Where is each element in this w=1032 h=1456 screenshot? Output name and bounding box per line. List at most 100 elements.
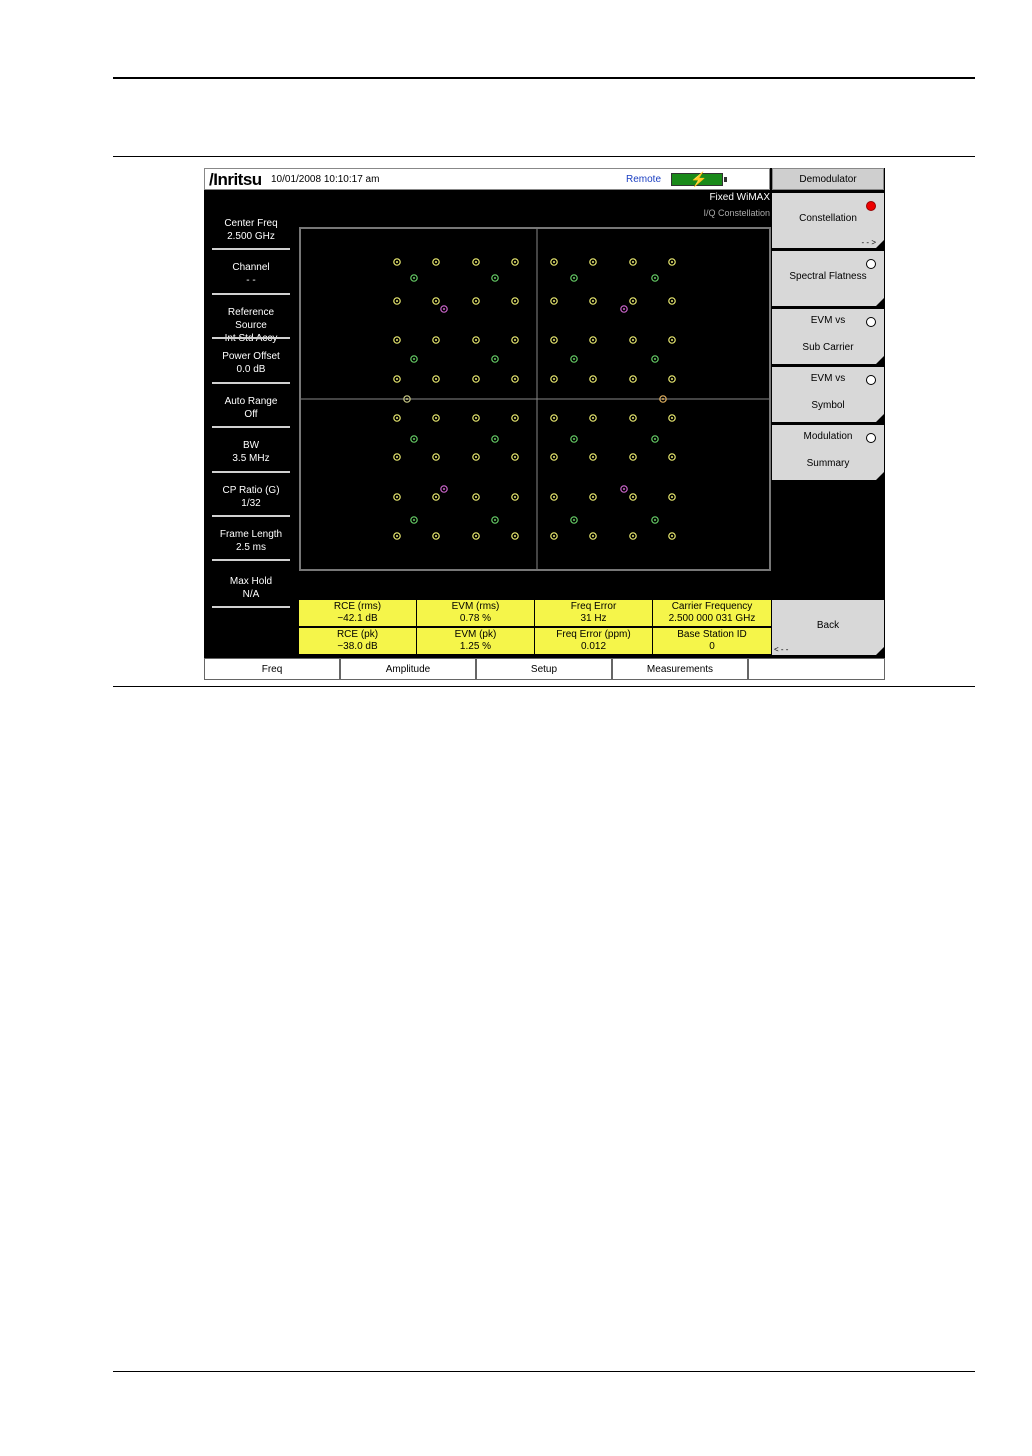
- softkey-back[interactable]: Back < - -: [772, 600, 884, 655]
- softkey-modulation-summary[interactable]: Modulation Summary: [772, 425, 884, 480]
- constellation-point-center: [396, 378, 398, 380]
- constellation-point-center: [514, 417, 516, 419]
- param-divider: [212, 426, 290, 428]
- param-frame-length[interactable]: Frame Length 2.5 ms: [212, 528, 290, 554]
- param-divider: [212, 248, 290, 250]
- meas-label: Base Station ID: [677, 629, 747, 640]
- constellation-point-center: [514, 378, 516, 380]
- meas-rce-pk: RCE (pk) −38.0 dB: [299, 628, 416, 654]
- radio-icon: [866, 259, 876, 269]
- key-corner: [876, 298, 884, 306]
- tab-amplitude[interactable]: Amplitude: [340, 658, 476, 680]
- constellation-point-center: [514, 535, 516, 537]
- tab-setup[interactable]: Setup: [476, 658, 612, 680]
- constellation-point-center: [514, 456, 516, 458]
- constellation-point-center: [553, 261, 555, 263]
- softkey-evm-vs-sub-carrier[interactable]: EVM vs Sub Carrier: [772, 309, 884, 364]
- constellation-point-center: [592, 496, 594, 498]
- constellation-point-center: [514, 339, 516, 341]
- menu-title: Demodulator: [772, 168, 884, 190]
- softkey-label-line2: Sub Carrier: [802, 342, 854, 353]
- constellation-point-center: [553, 378, 555, 380]
- radio-icon: [866, 433, 876, 443]
- footer-rule: [113, 1371, 975, 1372]
- constellation-point-center: [475, 417, 477, 419]
- battery-tip: [724, 177, 727, 182]
- meas-value: −42.1 dB: [337, 613, 378, 624]
- softkey-evm-vs-symbol[interactable]: EVM vs Symbol: [772, 367, 884, 422]
- param-value: 2.500 GHz: [227, 231, 275, 242]
- constellation-point-center: [592, 535, 594, 537]
- constellation-point-center: [671, 339, 673, 341]
- tab-freq[interactable]: Freq: [204, 658, 340, 680]
- param-channel[interactable]: Channel - -: [212, 261, 290, 287]
- param-center-freq[interactable]: Center Freq 2.500 GHz: [212, 217, 290, 243]
- constellation-point-center: [435, 339, 437, 341]
- constellation-point-center: [553, 496, 555, 498]
- pilot-point-center: [494, 438, 496, 440]
- bottom-menu-bar: Freq Amplitude Setup Measurements: [204, 658, 885, 680]
- constellation-point-center: [553, 339, 555, 341]
- softkey-label-line2: Summary: [806, 458, 850, 469]
- axis-point-center: [662, 398, 664, 400]
- param-value: N/A: [242, 589, 260, 600]
- param-divider: [212, 515, 290, 517]
- constellation-point-center: [632, 300, 634, 302]
- meas-value: 0: [709, 641, 715, 652]
- param-max-hold[interactable]: Max Hold N/A: [212, 575, 290, 601]
- pilot-point-center: [573, 438, 575, 440]
- param-reference-source[interactable]: Reference SourceInt Std Accy: [212, 306, 290, 345]
- tab-measurements[interactable]: Measurements: [612, 658, 748, 680]
- constellation-point-center: [514, 261, 516, 263]
- constellation-point-center: [396, 456, 398, 458]
- meas-label: Freq Error (ppm): [556, 629, 631, 640]
- constellation-point-center: [632, 378, 634, 380]
- param-divider: [212, 382, 290, 384]
- selected-radio-icon: [866, 201, 876, 211]
- header-rule: [113, 77, 975, 79]
- param-label: Max Hold: [229, 576, 273, 587]
- meas-label: Freq Error: [570, 601, 617, 612]
- softkey-spectral-flatness[interactable]: Spectral Flatness: [772, 251, 884, 306]
- radio-icon: [866, 317, 876, 327]
- constellation-point-center: [396, 496, 398, 498]
- constellation-point-center: [396, 535, 398, 537]
- meas-value: 1.25 %: [459, 641, 492, 652]
- pilot-point-center: [654, 358, 656, 360]
- constellation-point-center: [671, 378, 673, 380]
- param-divider: [212, 606, 290, 608]
- param-label: Reference Source: [227, 307, 275, 331]
- preamble-point-center: [623, 488, 625, 490]
- datetime: 10/01/2008 10:10:17 am: [271, 174, 380, 185]
- pilot-point-center: [573, 277, 575, 279]
- param-auto-range[interactable]: Auto Range Off: [212, 395, 290, 421]
- meas-value: 0.012: [580, 641, 607, 652]
- pilot-point-center: [654, 519, 656, 521]
- constellation-point-center: [592, 456, 594, 458]
- meas-evm-pk: EVM (pk) 1.25 %: [417, 628, 534, 654]
- param-value: 1/32: [241, 498, 261, 509]
- meas-label: EVM (rms): [451, 601, 500, 612]
- param-bw[interactable]: BW 3.5 MHz: [212, 439, 290, 465]
- pilot-point-center: [413, 277, 415, 279]
- pilot-point-center: [413, 438, 415, 440]
- back-arrow: < - -: [774, 645, 789, 654]
- key-corner: [876, 240, 884, 248]
- constellation-point-center: [632, 535, 634, 537]
- meas-label: RCE (pk): [336, 629, 379, 640]
- meas-label: EVM (pk): [454, 629, 497, 640]
- param-value: 3.5 MHz: [232, 453, 270, 464]
- mode-standard: Fixed WiMAX: [709, 192, 770, 203]
- remote-indicator: Remote: [626, 174, 662, 185]
- tab-empty[interactable]: [748, 658, 885, 680]
- softkey-constellation[interactable]: Constellation - - >: [772, 193, 884, 248]
- constellation-point-center: [514, 300, 516, 302]
- param-label: Auto Range: [224, 396, 278, 407]
- key-corner: [876, 647, 884, 655]
- param-power-offset[interactable]: Power Offset 0.0 dB: [212, 350, 290, 376]
- param-cp-ratio[interactable]: CP Ratio (G) 1/32: [212, 484, 290, 510]
- meas-freq-error: Freq Error 31 Hz: [535, 600, 652, 626]
- param-label: BW: [242, 440, 260, 451]
- constellation-point-center: [671, 417, 673, 419]
- constellation-point-center: [435, 456, 437, 458]
